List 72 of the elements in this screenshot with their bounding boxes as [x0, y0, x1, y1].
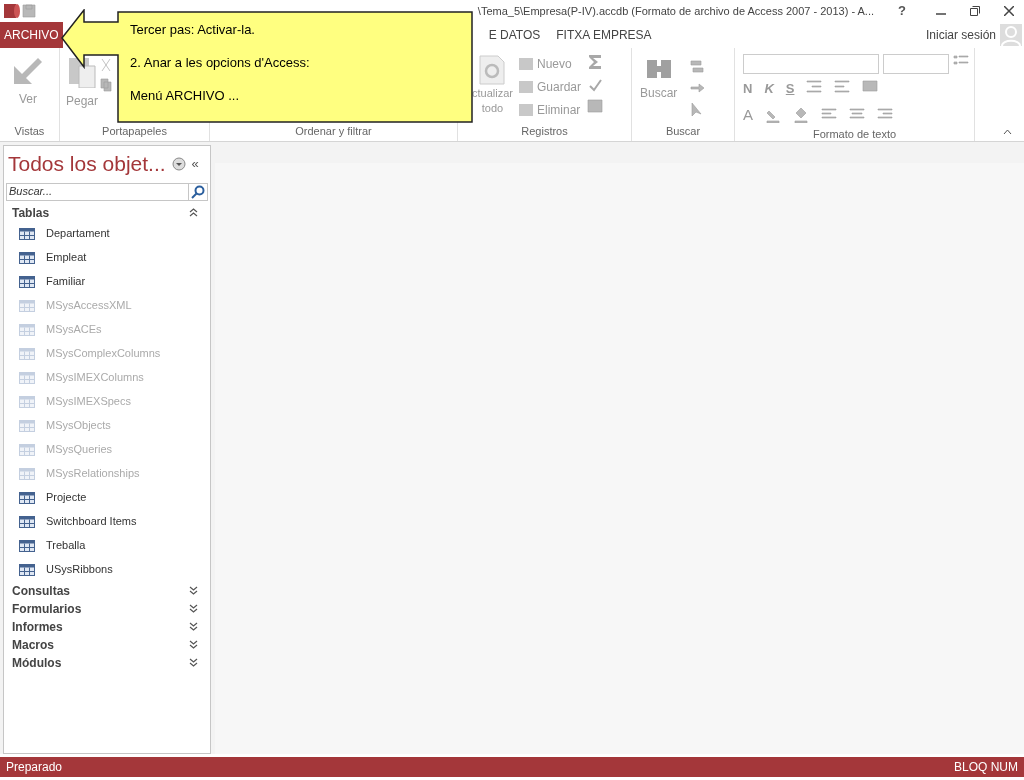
table-icon	[19, 491, 35, 504]
ribbon-tab[interactable]: E DATOS	[480, 22, 549, 48]
table-icon	[19, 443, 35, 456]
refresh-icon[interactable]	[478, 54, 507, 86]
collapse-icon[interactable]	[189, 208, 198, 217]
table-item[interactable]: Switchboard Items	[46, 513, 137, 530]
group-label: Registros	[520, 124, 569, 139]
callout-text: Menú ARCHIVO ...	[130, 88, 241, 104]
table-item[interactable]: USysRibbons	[46, 561, 113, 578]
group-label: Portapapeles	[101, 124, 168, 139]
expand-icon[interactable]	[189, 640, 198, 649]
table-item[interactable]: Treballa	[46, 537, 86, 554]
group-header[interactable]: Informes	[12, 617, 63, 636]
help-button[interactable]: ?	[898, 1, 906, 21]
scissors-icon[interactable]	[100, 58, 113, 72]
group-label: Buscar	[664, 124, 702, 139]
expand-icon[interactable]	[189, 658, 198, 667]
table-icon	[19, 395, 35, 408]
arrow-icon[interactable]	[689, 80, 706, 96]
table-icon	[19, 227, 35, 240]
group-header[interactable]: Consultas	[12, 581, 70, 600]
group-header[interactable]: Tablas	[12, 203, 50, 222]
callout-text: Tercer pas: Activar-la.	[130, 22, 256, 38]
status-text: Preparado	[6, 759, 63, 776]
sign-in-link[interactable]: Iniciar sesión	[925, 26, 996, 44]
shutter-button[interactable]: «	[191, 154, 199, 174]
dropdown-icon[interactable]	[171, 156, 186, 171]
expand-icon[interactable]	[189, 586, 198, 595]
window-title: \Tema_5\Empresa(P-IV).accdb (Formato de archivo de Access 2007 - 2013) - A...	[477, 3, 875, 19]
group-label: Vistas	[13, 124, 46, 139]
collapse-ribbon-icon[interactable]	[1003, 129, 1012, 135]
search-icon[interactable]	[191, 184, 205, 199]
save-icon[interactable]	[21, 3, 37, 19]
user-avatar-icon[interactable]	[1000, 24, 1022, 46]
fill-bucket-icon[interactable]	[793, 106, 809, 123]
callout-text: 2. Anar a les opcions d'Access:	[130, 55, 310, 71]
table-icon	[19, 275, 35, 288]
close-icon[interactable]	[1004, 6, 1014, 16]
table-icon	[19, 419, 35, 432]
num-lock-indicator: BLOQ NUM	[954, 759, 1018, 776]
restore-icon[interactable]	[970, 6, 980, 16]
app-icon	[3, 2, 21, 20]
table-icon	[19, 563, 35, 576]
outdent-icon[interactable]	[834, 79, 851, 95]
group-header[interactable]: Módulos	[12, 653, 62, 672]
table-item[interactable]: Projecte	[46, 489, 87, 506]
table-icon	[19, 299, 35, 312]
sigma-icon[interactable]	[587, 54, 603, 70]
table-item[interactable]: Familiar	[46, 273, 86, 290]
table-item[interactable]: Departament	[46, 225, 110, 242]
table-icon	[19, 251, 35, 264]
table-icon	[19, 539, 35, 552]
group-label: Ordenar y filtrar	[294, 124, 373, 139]
table-icon	[19, 371, 35, 384]
table-icon	[19, 347, 35, 360]
group-label: Formato de texto	[811, 127, 898, 142]
ribbon-tab[interactable]: ARCHIVO	[0, 22, 63, 48]
ribbon-tab[interactable]: FITXA EMPRESA	[548, 22, 660, 48]
group-header[interactable]: Formularios	[12, 599, 82, 618]
copy-icon[interactable]	[100, 78, 113, 92]
search-field[interactable]: Buscar...	[6, 182, 189, 201]
table-item[interactable]: Empleat	[46, 249, 87, 266]
table-icon	[19, 323, 35, 336]
table-icon	[19, 515, 35, 528]
expand-icon[interactable]	[189, 622, 198, 631]
table-icon	[19, 467, 35, 480]
font-size-field[interactable]	[883, 54, 949, 74]
nav-pane-title[interactable]: Todos los objet...	[8, 148, 166, 180]
font-name-field[interactable]	[743, 54, 879, 74]
expand-icon[interactable]	[189, 604, 198, 613]
group-header[interactable]: Macros	[12, 635, 55, 654]
indent-icon[interactable]	[806, 79, 823, 95]
